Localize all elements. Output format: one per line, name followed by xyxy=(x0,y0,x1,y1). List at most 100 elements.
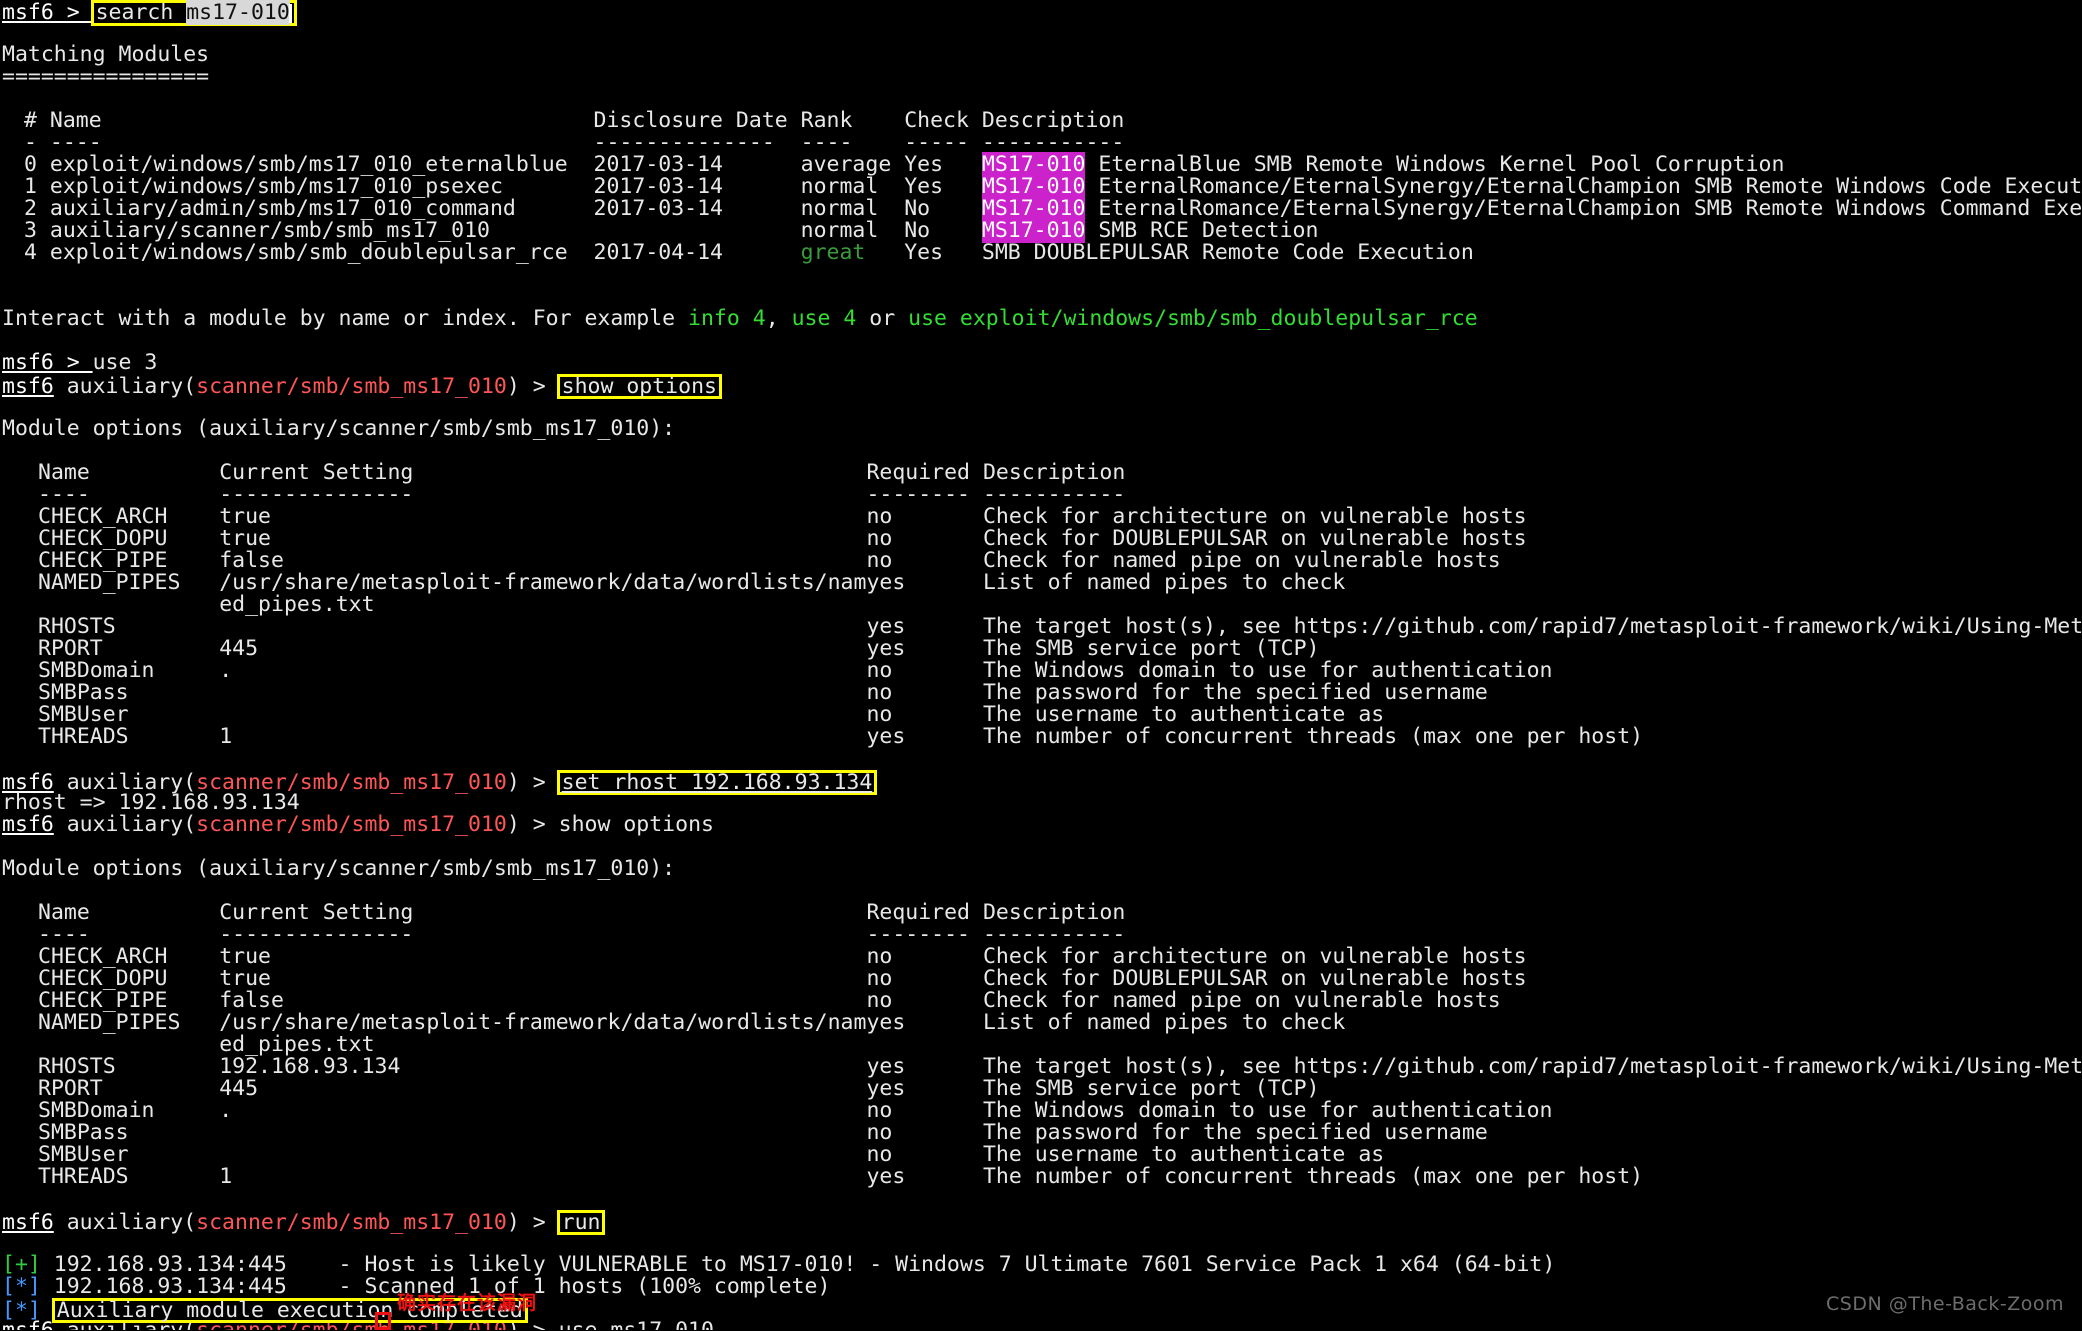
option-description: The number of concurrent threads (max on… xyxy=(982,1164,1644,1189)
shell-prompt: msf6 > xyxy=(2,350,93,375)
option-row: SMBUser no The username to authenticate … xyxy=(0,1144,2082,1166)
module-prompt-open: auxiliary( xyxy=(53,1210,197,1235)
option-setting-continuation: ed_pipes.txt xyxy=(0,1034,2082,1056)
option-row: SMBUser no The username to authenticate … xyxy=(0,704,2082,726)
text-cursor xyxy=(288,4,292,23)
option-required: yes xyxy=(866,1010,983,1035)
option-description: List of named pipes to check xyxy=(982,1010,1346,1035)
option-current-setting: 1 xyxy=(219,724,867,749)
show-options-command-text-2: show options xyxy=(558,812,714,837)
module-description: SMB DOUBLEPULSAR Remote Code Execution xyxy=(981,240,1474,265)
module-prompt-close: ) > xyxy=(506,812,559,837)
module-check: Yes xyxy=(904,240,982,265)
search-command-line: msf6 > search ms17-010 xyxy=(0,0,2082,26)
module-index: 4 xyxy=(24,240,50,265)
status-line: [+] 192.168.93.134:445 - Host is likely … xyxy=(0,1254,2082,1276)
options-header-row: Name Current Setting Required Descriptio… xyxy=(0,902,2082,924)
interact-sep-1: , xyxy=(765,306,792,331)
module-disclosure-date: 2017-04-14 xyxy=(593,240,801,265)
set-rhost-response: rhost => 192.168.93.134 xyxy=(2,790,300,815)
modules-table-header: # Name Disclosure Date Rank Check Descri… xyxy=(0,110,2082,132)
option-row: CHECK_PIPE false no Check for named pipe… xyxy=(0,990,2082,1012)
module-prompt-open: auxiliary( xyxy=(53,374,197,399)
option-required: yes xyxy=(866,1164,983,1189)
interact-example-use-index: use 4 xyxy=(791,306,857,331)
option-row: THREADS 1 yes The number of concurrent t… xyxy=(0,726,2082,748)
matching-modules-underline: ================ xyxy=(2,64,210,89)
options-header-dashes: ---- --------------- -------- ----------… xyxy=(0,484,2082,506)
option-row: RPORT 445 yes The SMB service port (TCP) xyxy=(0,1078,2082,1100)
module-prompt-name: msf6 xyxy=(2,1210,54,1235)
show-options-highlight-box-1: show options xyxy=(556,374,722,399)
modules-table-header-dashes: - ---- -------------- ---- ----- -------… xyxy=(0,132,2082,154)
module-prompt-close: ) > use ms17-010 xyxy=(507,1320,714,1330)
option-row: RHOSTS yes The target host(s), see https… xyxy=(0,616,2082,638)
module-prompt-close: ) > xyxy=(506,770,559,795)
module-prompt-close: ) > xyxy=(506,374,559,399)
red-annotation-square xyxy=(375,1312,391,1330)
table-row: 4 exploit/windows/smb/smb_doublepulsar_r… xyxy=(0,242,2082,264)
search-command-text: search xyxy=(95,0,187,25)
module-options-table-1: Name Current Setting Required Descriptio… xyxy=(0,462,2082,748)
module-prompt-path: scanner/smb/smb_ms17_010 xyxy=(196,1210,507,1235)
run-command-line: msf6 auxiliary(scanner/smb/smb_ms17_010)… xyxy=(0,1210,2082,1235)
option-row: NAMED_PIPES /usr/share/metasploit-framew… xyxy=(0,1012,2082,1034)
module-name: exploit/windows/smb/smb_doublepulsar_rce xyxy=(49,240,594,265)
module-prompt-path: scanner/smb/smb_ms17_010 xyxy=(196,812,507,837)
interact-hint-prefix: Interact with a module by name or index.… xyxy=(2,306,689,331)
option-description: The number of concurrent threads (max on… xyxy=(982,724,1644,749)
table-row: 2 auxiliary/admin/smb/ms17_010_command 2… xyxy=(0,196,2082,221)
option-row: RPORT 445 yes The SMB service port (TCP) xyxy=(0,638,2082,660)
interact-example-info: info 4 xyxy=(688,306,766,331)
status-line: [*] 192.168.93.134:445 - Scanned 1 of 1 … xyxy=(0,1276,2082,1298)
interact-sep-2: or xyxy=(856,306,909,331)
show-options-command-line-1: msf6 auxiliary(scanner/smb/smb_ms17_010)… xyxy=(0,374,2082,399)
option-required: yes xyxy=(866,570,983,595)
set-rhost-highlight-box: set rhost 192.168.93.134 xyxy=(556,770,878,795)
options-header-row: Name Current Setting Required Descriptio… xyxy=(0,462,2082,484)
set-rhost-command-line: msf6 auxiliary(scanner/smb/smb_ms17_010)… xyxy=(0,770,2082,795)
module-prompt-name: msf6 xyxy=(2,812,54,837)
option-current-setting: 1 xyxy=(219,1164,867,1189)
options-header-dashes: ---- --------------- -------- ----------… xyxy=(0,924,2082,946)
interact-hint-line: Interact with a module by name or index.… xyxy=(0,308,2082,330)
option-name: THREADS xyxy=(38,1164,220,1189)
option-row: RHOSTS 192.168.93.134 yes The target hos… xyxy=(0,1056,2082,1078)
option-row: CHECK_PIPE false no Check for named pipe… xyxy=(0,550,2082,572)
red-annotation-note: 确实存在该漏洞 xyxy=(397,1292,538,1314)
module-rank: great xyxy=(800,240,905,265)
option-name: THREADS xyxy=(38,724,220,749)
option-row: SMBPass no The password for the specifie… xyxy=(0,682,2082,704)
table-row: 0 exploit/windows/smb/ms17_010_eternalbl… xyxy=(0,152,2082,177)
option-row: SMBPass no The password for the specifie… xyxy=(0,1122,2082,1144)
module-prompt-path: scanner/smb/smb_ms17_010 xyxy=(196,374,507,399)
run-output-block: [+] 192.168.93.134:445 - Host is likely … xyxy=(0,1254,2082,1331)
status-line: [*] Auxiliary module execution completed xyxy=(0,1298,2082,1323)
module-prompt-name: msf6 xyxy=(2,374,54,399)
table-row: 3 auxiliary/scanner/smb/smb_ms17_010 nor… xyxy=(0,218,2082,243)
status-tag: [*] xyxy=(2,1274,41,1299)
module-prompt-open: auxiliary( xyxy=(53,812,197,837)
use-command-text: use 3 xyxy=(92,350,158,375)
show-options-command-line-2: msf6 auxiliary(scanner/smb/smb_ms17_010)… xyxy=(0,814,2082,836)
csdn-watermark: CSDN @The-Back-Zoom xyxy=(1826,1293,2064,1315)
module-options-title-2: Module options (auxiliary/scanner/smb/sm… xyxy=(2,856,676,881)
interact-example-use-path: use exploit/windows/smb/smb_doublepulsar… xyxy=(908,306,1478,331)
option-row: THREADS 1 yes The number of concurrent t… xyxy=(0,1166,2082,1188)
option-row: SMBDomain . no The Windows domain to use… xyxy=(0,660,2082,682)
option-row: CHECK_ARCH true no Check for architectur… xyxy=(0,946,2082,968)
option-setting-continuation: ed_pipes.txt xyxy=(0,594,2082,616)
option-row: NAMED_PIPES /usr/share/metasploit-framew… xyxy=(0,572,2082,594)
option-row: CHECK_DOPU true no Check for DOUBLEPULSA… xyxy=(0,528,2082,550)
shell-prompt: msf6 > xyxy=(2,0,93,25)
module-prompt-name: msf6 xyxy=(2,1320,54,1330)
